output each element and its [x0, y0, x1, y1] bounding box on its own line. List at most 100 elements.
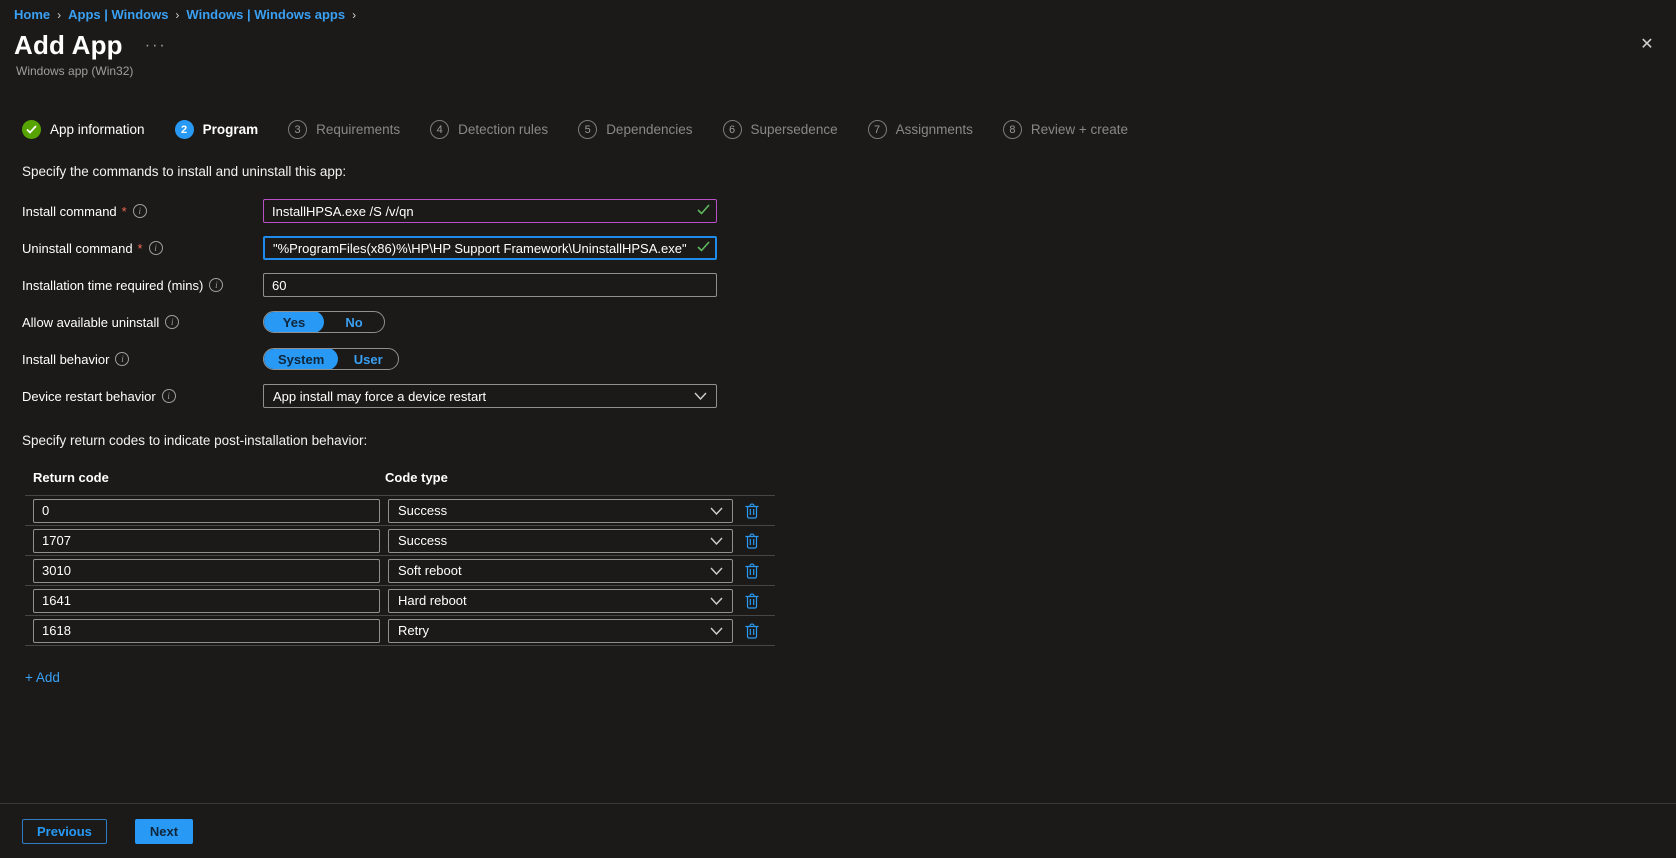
- step-label: Assignments: [896, 122, 973, 137]
- step-number: 2: [175, 120, 194, 139]
- install-behavior-system-option[interactable]: System: [264, 348, 338, 370]
- return-code-row: Soft reboot: [25, 556, 775, 586]
- code-type-select[interactable]: Hard reboot: [388, 589, 733, 613]
- restart-behavior-value: App install may force a device restart: [273, 389, 486, 404]
- chevron-down-icon: [710, 507, 723, 515]
- breadcrumb-apps-windows[interactable]: Apps | Windows: [68, 7, 168, 22]
- return-code-input[interactable]: [33, 589, 380, 613]
- info-icon[interactable]: i: [133, 204, 147, 218]
- step-number: 5: [578, 120, 597, 139]
- return-code-input[interactable]: [33, 499, 380, 523]
- uninstall-command-input[interactable]: [263, 236, 717, 260]
- step-label: Review + create: [1031, 122, 1128, 137]
- uninstall-command-label: Uninstall command: [22, 241, 133, 256]
- step-label: Detection rules: [458, 122, 548, 137]
- previous-button[interactable]: Previous: [22, 819, 107, 844]
- return-code-input[interactable]: [33, 619, 380, 643]
- restart-behavior-label: Device restart behavior: [22, 389, 156, 404]
- info-icon[interactable]: i: [165, 315, 179, 329]
- return-codes-table: Return code Code type Success Success So…: [25, 470, 775, 646]
- next-button[interactable]: Next: [135, 819, 193, 844]
- step-number: 4: [430, 120, 449, 139]
- code-type-value: Retry: [398, 623, 429, 638]
- info-icon[interactable]: i: [209, 278, 223, 292]
- info-icon[interactable]: i: [162, 389, 176, 403]
- return-code-row: Success: [25, 496, 775, 526]
- close-icon[interactable]: ✕: [1636, 34, 1658, 56]
- return-code-column-header: Return code: [33, 470, 385, 485]
- breadcrumb-separator: ›: [352, 8, 356, 22]
- chevron-down-icon: [710, 567, 723, 575]
- step-review-create[interactable]: 8 Review + create: [1003, 120, 1128, 139]
- page-subtitle: Windows app (Win32): [16, 64, 1676, 78]
- code-type-value: Hard reboot: [398, 593, 467, 608]
- commands-section-title: Specify the commands to install and unin…: [22, 164, 1676, 179]
- required-asterisk: *: [138, 241, 143, 256]
- breadcrumb-separator: ›: [57, 8, 61, 22]
- step-dependencies[interactable]: 5 Dependencies: [578, 120, 692, 139]
- delete-row-trash-icon[interactable]: [745, 592, 759, 609]
- step-complete-check-icon: [22, 120, 41, 139]
- info-icon[interactable]: i: [115, 352, 129, 366]
- step-number: 3: [288, 120, 307, 139]
- code-type-column-header: Code type: [385, 470, 448, 485]
- step-number: 8: [1003, 120, 1022, 139]
- step-app-information[interactable]: App information: [22, 120, 145, 139]
- code-type-select[interactable]: Retry: [388, 619, 733, 643]
- step-label: Requirements: [316, 122, 400, 137]
- install-command-input[interactable]: [263, 199, 717, 223]
- restart-behavior-select[interactable]: App install may force a device restart: [263, 384, 717, 408]
- step-label: Dependencies: [606, 122, 692, 137]
- install-time-input[interactable]: [263, 273, 717, 297]
- step-program[interactable]: 2 Program: [175, 120, 259, 139]
- code-type-select[interactable]: Success: [388, 529, 733, 553]
- step-number: 7: [868, 120, 887, 139]
- step-label: Supersedence: [751, 122, 838, 137]
- breadcrumb-separator: ›: [175, 8, 179, 22]
- chevron-down-icon: [710, 537, 723, 545]
- code-type-select[interactable]: Soft reboot: [388, 559, 733, 583]
- valid-check-icon: [697, 241, 710, 252]
- step-detection-rules[interactable]: 4 Detection rules: [430, 120, 548, 139]
- chevron-down-icon: [694, 392, 707, 400]
- delete-row-trash-icon[interactable]: [745, 622, 759, 639]
- wizard-footer: Previous Next: [0, 803, 1676, 858]
- step-label: App information: [50, 122, 145, 137]
- wizard-steps: App information 2 Program 3 Requirements…: [22, 120, 1676, 139]
- step-number: 6: [723, 120, 742, 139]
- delete-row-trash-icon[interactable]: [745, 562, 759, 579]
- install-command-label: Install command: [22, 204, 117, 219]
- required-asterisk: *: [122, 204, 127, 219]
- return-code-row: Retry: [25, 616, 775, 646]
- return-code-row: Success: [25, 526, 775, 556]
- code-type-value: Soft reboot: [398, 563, 462, 578]
- install-behavior-user-option[interactable]: User: [338, 348, 398, 370]
- return-code-row: Hard reboot: [25, 586, 775, 616]
- return-code-input[interactable]: [33, 529, 380, 553]
- step-assignments[interactable]: 7 Assignments: [868, 120, 973, 139]
- install-behavior-label: Install behavior: [22, 352, 109, 367]
- page-title: Add App: [14, 30, 123, 61]
- breadcrumb-home[interactable]: Home: [14, 7, 50, 22]
- return-code-input[interactable]: [33, 559, 380, 583]
- delete-row-trash-icon[interactable]: [745, 532, 759, 549]
- code-type-value: Success: [398, 503, 447, 518]
- allow-uninstall-no-option[interactable]: No: [324, 311, 384, 333]
- chevron-down-icon: [710, 627, 723, 635]
- install-time-label: Installation time required (mins): [22, 278, 203, 293]
- allow-uninstall-yes-option[interactable]: Yes: [264, 311, 324, 333]
- allow-uninstall-label: Allow available uninstall: [22, 315, 159, 330]
- info-icon[interactable]: i: [149, 241, 163, 255]
- add-return-code-link[interactable]: + Add: [25, 670, 60, 685]
- allow-uninstall-toggle: Yes No: [263, 311, 385, 333]
- delete-row-trash-icon[interactable]: [745, 502, 759, 519]
- code-type-select[interactable]: Success: [388, 499, 733, 523]
- chevron-down-icon: [710, 597, 723, 605]
- code-type-value: Success: [398, 533, 447, 548]
- return-codes-section-title: Specify return codes to indicate post-in…: [22, 433, 1676, 448]
- step-supersedence[interactable]: 6 Supersedence: [723, 120, 838, 139]
- more-options-icon[interactable]: ···: [145, 37, 167, 55]
- valid-check-icon: [697, 204, 710, 215]
- step-requirements[interactable]: 3 Requirements: [288, 120, 400, 139]
- breadcrumb-windows-apps[interactable]: Windows | Windows apps: [186, 7, 345, 22]
